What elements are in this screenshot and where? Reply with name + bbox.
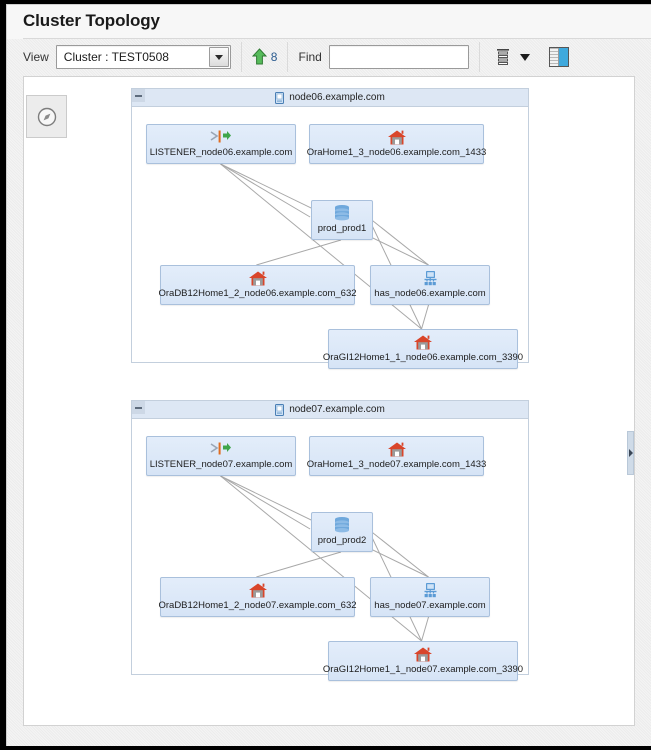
node-panel-body[interactable]: LISTENER_node07.example.com OraHome1_3_no… <box>132 419 528 681</box>
topology-node-label: OraGI12Home1_1_node07.example.com_3390 <box>322 664 524 675</box>
oracle-home-icon-wrap <box>413 645 433 663</box>
topology-node-label: prod_prod1 <box>317 223 367 234</box>
show-overview-panel-icon <box>548 47 569 67</box>
node-panel-header[interactable]: node07.example.com <box>132 401 528 419</box>
title-bar: Cluster Topology <box>7 5 651 39</box>
layout-options-icon <box>496 49 509 65</box>
oracle-home-icon-wrap <box>248 269 268 287</box>
oracle-home-icon <box>248 271 267 285</box>
topology-node-label: OraDB12Home1_2_node07.example.com_632 <box>158 600 357 611</box>
node-panel-title: node06.example.com <box>289 92 385 103</box>
topology-node-label: OraDB12Home1_2_node06.example.com_632 <box>158 288 357 299</box>
chevron-down-icon <box>214 54 223 60</box>
listener-icon-wrap <box>210 440 232 458</box>
topology-node-oragi06[interactable]: OraGI12Home1_1_node06.example.com_3390 <box>323 329 523 369</box>
topology-node-label: prod_prod2 <box>317 535 367 546</box>
page-title: Cluster Topology <box>23 11 160 30</box>
topology-node-orahome06[interactable]: OraHome1_3_node06.example.com_1433 <box>306 124 487 164</box>
has-cluster-icon-wrap <box>420 269 440 287</box>
oracle-home-icon <box>387 130 406 144</box>
oracle-home-icon <box>414 335 432 349</box>
compass-navigator-icon <box>37 107 56 126</box>
view-select-value: Cluster : TEST0508 <box>63 50 169 64</box>
topology-node-prod1[interactable]: prod_prod1 <box>311 200 373 240</box>
up-count-value: 8 <box>270 50 278 64</box>
listener-icon <box>210 442 231 455</box>
view-label: View <box>23 50 49 64</box>
toolbar-separator-3 <box>478 42 480 72</box>
topology-canvas[interactable]: node06.example.com LISTENER_node06.examp… <box>23 76 635 726</box>
overview-panel-button[interactable] <box>546 44 572 70</box>
toolbar-separator-1 <box>240 42 242 72</box>
host-server-icon <box>275 403 285 416</box>
find-input[interactable] <box>328 45 469 69</box>
collapse-minus-icon[interactable] <box>132 401 145 414</box>
oracle-home-icon-wrap <box>248 581 268 599</box>
database-icon <box>335 205 349 221</box>
toolbar: View Cluster : TEST0508 8 Find <box>23 39 651 75</box>
has-cluster-icon <box>424 582 437 597</box>
status-up-count: 8 <box>251 48 278 66</box>
topology-node-label: LISTENER_node07.example.com <box>149 459 293 470</box>
topology-node-oragi07[interactable]: OraGI12Home1_1_node07.example.com_3390 <box>323 641 523 681</box>
topology-node-prod2[interactable]: prod_prod2 <box>311 512 373 552</box>
oracle-home-icon-wrap <box>413 333 433 351</box>
topology-node-orahome07[interactable]: OraHome1_3_node07.example.com_1433 <box>306 436 487 476</box>
chevron-down-icon <box>519 53 530 61</box>
cluster-topology-window: Cluster Topology View Cluster : TEST0508… <box>6 4 651 746</box>
topology-node-oradb06[interactable]: OraDB12Home1_2_node06.example.com_632 <box>158 265 357 305</box>
topology-node-label: OraHome1_3_node06.example.com_1433 <box>306 147 487 158</box>
topology-node-listener07[interactable]: LISTENER_node07.example.com <box>146 436 296 476</box>
topology-node-label: has_node06.example.com <box>374 288 486 299</box>
find-label: Find <box>298 50 322 64</box>
oracle-home-icon-wrap <box>387 440 407 458</box>
topology-node-label: OraHome1_3_node07.example.com_1433 <box>306 459 487 470</box>
node-panel-title: node07.example.com <box>289 404 385 415</box>
oracle-home-icon <box>248 583 267 597</box>
oracle-home-icon <box>387 442 406 456</box>
topology-node-has06[interactable]: has_node06.example.com <box>370 265 490 305</box>
node-panel-body[interactable]: LISTENER_node06.example.com OraHome1_3_no… <box>132 107 528 369</box>
toolbar-separator-2 <box>287 42 289 72</box>
topology-node-label: LISTENER_node06.example.com <box>149 147 293 158</box>
topology-node-label: has_node07.example.com <box>374 600 486 611</box>
view-select-arrow-button[interactable] <box>208 47 229 67</box>
view-select[interactable]: Cluster : TEST0508 <box>55 45 231 69</box>
listener-icon <box>210 130 231 143</box>
topology-node-oradb07[interactable]: OraDB12Home1_2_node07.example.com_632 <box>158 577 357 617</box>
node-panel-node07[interactable]: node07.example.com LISTENER_node07.examp… <box>131 400 529 681</box>
node-panel-node06[interactable]: node06.example.com LISTENER_node06.examp… <box>131 88 529 369</box>
database-icon-wrap <box>333 204 351 222</box>
collapse-minus-icon[interactable] <box>132 89 145 102</box>
topology-node-has07[interactable]: has_node07.example.com <box>370 577 490 617</box>
topology-node-listener06[interactable]: LISTENER_node06.example.com <box>146 124 296 164</box>
database-icon-wrap <box>333 516 351 534</box>
node-panel-header[interactable]: node06.example.com <box>132 89 528 107</box>
layout-options-dropdown-button[interactable] <box>516 44 534 70</box>
oracle-home-icon-wrap <box>387 128 407 146</box>
up-arrow-icon <box>251 48 267 65</box>
canvas-splitter-handle[interactable] <box>627 431 634 475</box>
listener-icon-wrap <box>210 128 232 146</box>
oracle-home-icon <box>414 647 432 661</box>
expand-right-icon <box>628 449 633 457</box>
layout-options-button[interactable] <box>490 44 516 70</box>
topology-node-label: OraGI12Home1_1_node06.example.com_3390 <box>322 352 524 363</box>
host-server-icon <box>275 91 285 104</box>
has-cluster-icon-wrap <box>420 581 440 599</box>
has-cluster-icon <box>424 270 437 285</box>
database-icon <box>335 517 349 533</box>
navigator-button[interactable] <box>26 95 67 138</box>
